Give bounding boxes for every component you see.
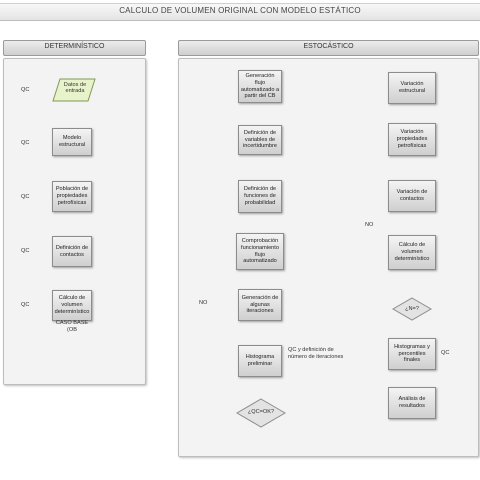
step-histogramas-finales: Histogramas y percentiles finales xyxy=(388,338,436,370)
qc-label: QC xyxy=(21,87,30,93)
qc-label: QC xyxy=(441,350,450,356)
step-poblacion-propiedades: Población de propiedades petrofísicas xyxy=(52,181,92,212)
step-analisis-resultados: Análisis de resultados xyxy=(388,387,436,419)
panel-title-deterministic: DETERMINÍSTICO xyxy=(44,43,105,50)
panel-title-stochastic: ESTOCÁSTICO xyxy=(303,43,354,50)
step-comprobacion-flujo: Comprobación funcionamiento flujo automa… xyxy=(236,233,284,270)
step-generacion-iteraciones: Generación de algunas iteraciones xyxy=(238,289,282,321)
step-calculo-volumen-estocastico: Cálculo de volumen determinístico xyxy=(388,235,436,270)
step-histograma-preliminar: Histograma preliminar xyxy=(238,345,282,377)
qc-label: QC xyxy=(21,194,30,200)
step-definicion-contactos: Definición de contactos xyxy=(52,236,92,267)
step-variables-incertidumbre: Definición de variables de incertidumbre xyxy=(238,125,282,155)
step-funciones-probabilidad: Definición de funciones de probabilidad xyxy=(238,180,282,213)
label-no: NO xyxy=(365,222,374,228)
step-generacion-flujo: Generación flujo automatizado a partir d… xyxy=(238,70,282,103)
page-title: CALCULO DE VOLUMEN ORIGINAL CON MODELO E… xyxy=(119,6,361,15)
step-modelo-estructural: Modelo estructural xyxy=(52,128,92,156)
qc-label: QC xyxy=(21,248,30,254)
step-datos-entrada: Datos de entrada xyxy=(63,82,87,95)
step-calculo-volumen: Cálculo de volumen determinístico xyxy=(52,290,92,321)
step-variacion-propiedades: Variación propiedades petrofísicas xyxy=(388,123,436,156)
label-no: NO xyxy=(199,300,208,306)
step-variacion-estructural: Variación estructural xyxy=(388,72,436,104)
decision-n: ¿N=? xyxy=(405,306,419,312)
decision-qc-ok: ¿QC=OK? xyxy=(247,409,275,415)
step-variacion-contactos: Variación de contactos xyxy=(388,180,436,212)
panel-deterministic xyxy=(3,58,146,385)
qc-label: QC xyxy=(21,302,30,308)
note-qc-iteraciones: QC y definición de número de iteraciones xyxy=(288,347,344,360)
note-caso-base: CASO BASE (OB xyxy=(55,320,89,333)
qc-label: QC xyxy=(21,140,30,146)
